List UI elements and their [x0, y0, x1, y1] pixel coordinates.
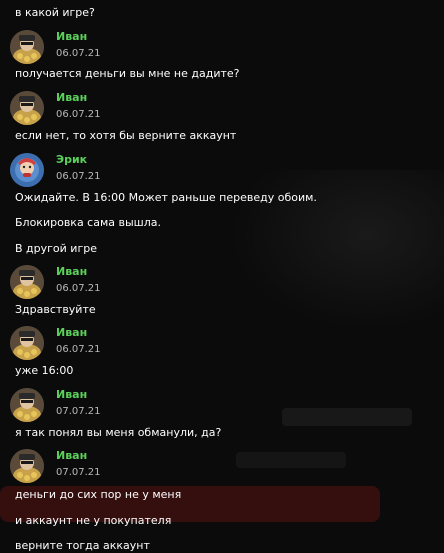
- author-name[interactable]: Иван: [56, 449, 87, 462]
- message-text: уже 16:00: [15, 364, 74, 377]
- message-text: деньги до сих пор не у меня: [15, 488, 182, 501]
- author-name[interactable]: Эрик: [56, 153, 87, 166]
- message-date: 06.07.21: [56, 283, 101, 294]
- message-text: если нет, то хотя бы верните аккаунт: [15, 129, 237, 142]
- message-text: получается деньги вы мне не дадите?: [15, 67, 240, 80]
- message-author: Иван 06.07.21: [10, 326, 310, 366]
- message-text: Здравствуйте: [15, 303, 96, 316]
- message-author: Иван 07.07.21: [10, 449, 310, 489]
- message-text: Ожидайте. В 16:00 Может раньше переведу …: [15, 191, 317, 204]
- author-name[interactable]: Иван: [56, 265, 87, 278]
- author-name[interactable]: Иван: [56, 388, 87, 401]
- message-date: 07.07.21: [56, 406, 101, 417]
- ivan-avatar[interactable]: [10, 449, 44, 483]
- author-name[interactable]: Иван: [56, 91, 87, 104]
- message-text: я так понял вы меня обманули, да?: [15, 426, 222, 439]
- message-text: В другой игре: [15, 242, 97, 255]
- message-date: 06.07.21: [56, 109, 101, 120]
- message-author: Иван 07.07.21: [10, 388, 310, 428]
- message-author: Иван 06.07.21: [10, 91, 310, 131]
- message-text: Блокировка сама вышла.: [15, 216, 162, 229]
- message-date: 06.07.21: [56, 48, 101, 59]
- author-name[interactable]: Иван: [56, 326, 87, 339]
- ivan-avatar[interactable]: [10, 326, 44, 360]
- ivan-avatar[interactable]: [10, 30, 44, 64]
- message-author: Иван 06.07.21: [10, 265, 310, 305]
- message-author: Иван 06.07.21: [10, 30, 310, 70]
- message-text: в какой игре?: [15, 6, 95, 19]
- message-date: 06.07.21: [56, 344, 101, 355]
- message-text: и аккаунт не у покупателя: [15, 514, 172, 527]
- ivan-avatar[interactable]: [10, 265, 44, 299]
- erik-avatar[interactable]: [10, 153, 44, 187]
- ivan-avatar[interactable]: [10, 388, 44, 422]
- author-name[interactable]: Иван: [56, 30, 87, 43]
- message-date: 06.07.21: [56, 171, 101, 182]
- message-text: верните тогда аккаунт: [15, 539, 150, 552]
- chat-history: в какой игре? Иван 06.07.21 получается д…: [0, 0, 444, 552]
- message-date: 07.07.21: [56, 467, 101, 478]
- message-author: Эрик 06.07.21: [10, 153, 310, 193]
- ivan-avatar[interactable]: [10, 91, 44, 125]
